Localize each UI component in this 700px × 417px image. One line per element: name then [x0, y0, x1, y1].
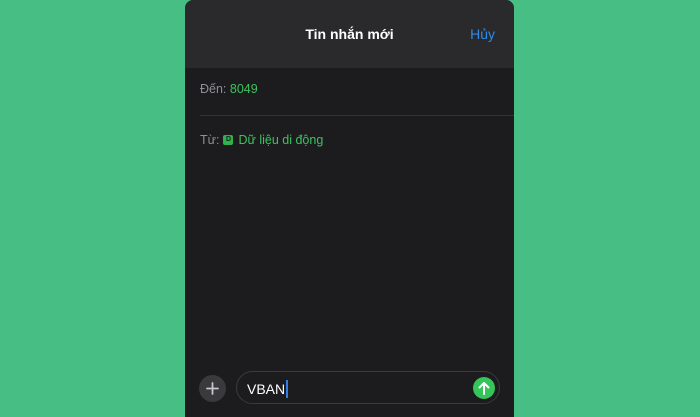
text-caret: [286, 380, 289, 398]
new-message-screen: Tin nhắn mới Hủy Đến: 8049 Từ: D Dữ liệu…: [185, 0, 514, 417]
page-title: Tin nhắn mới: [305, 26, 394, 42]
cancel-button[interactable]: Hủy: [470, 26, 495, 42]
send-button[interactable]: [473, 377, 495, 399]
plus-icon: [206, 382, 219, 395]
divider: [200, 115, 514, 116]
sender-label: Từ:: [200, 133, 220, 147]
message-input[interactable]: VBAN: [236, 371, 500, 404]
sim-card-icon: D: [223, 135, 234, 145]
sender-line-value[interactable]: Dữ liệu di động: [238, 133, 323, 147]
recipient-label: Đến:: [200, 82, 227, 96]
navigation-bar: Tin nhắn mới Hủy: [185, 0, 514, 68]
arrow-up-icon: [478, 382, 490, 395]
message-input-text[interactable]: VBAN: [247, 380, 289, 398]
sender-line-field[interactable]: Từ: D Dữ liệu di động: [200, 133, 514, 147]
recipient-value[interactable]: 8049: [230, 82, 258, 96]
add-attachment-button[interactable]: [199, 375, 226, 402]
recipient-field[interactable]: Đến: 8049: [200, 82, 514, 96]
